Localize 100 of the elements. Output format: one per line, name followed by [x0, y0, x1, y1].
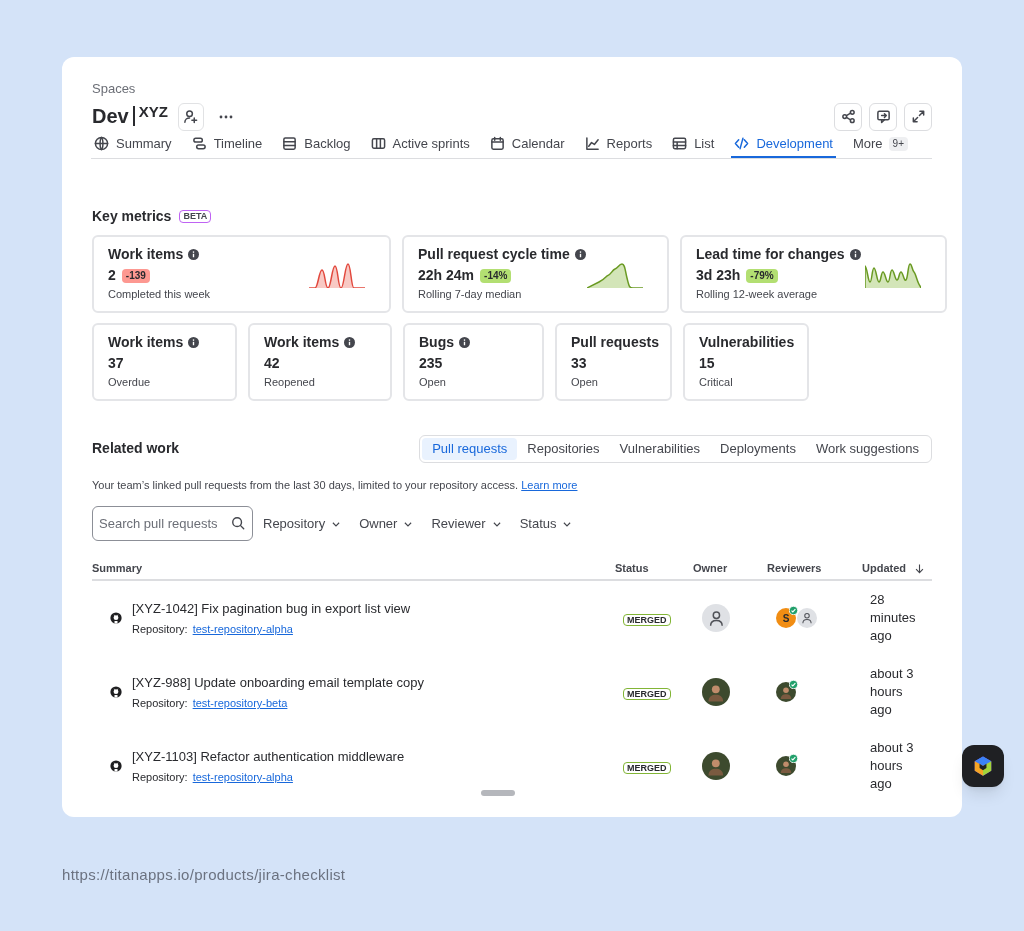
- section-title: Key metrics: [92, 206, 172, 226]
- pull-request-title[interactable]: [XYZ-988] Update onboarding email template copy: [132, 672, 424, 692]
- search-icon: [231, 516, 245, 530]
- metric-title: Pull requests: [571, 333, 659, 353]
- repository-label: Repository:: [132, 696, 188, 711]
- metric-caption: Open: [571, 375, 599, 391]
- updated-time: 28 minutes ago: [870, 591, 917, 645]
- assistant-button[interactable]: [962, 745, 1004, 787]
- nav-tab[interactable]: Reports: [581, 131, 656, 158]
- metric-value: 33: [571, 354, 587, 374]
- delta-badge: -139: [121, 268, 150, 283]
- hexagon-logo-icon: [972, 755, 994, 777]
- section-title: Related work: [92, 439, 180, 458]
- metric-caption: Completed this week: [108, 287, 212, 303]
- more-icon: [218, 114, 233, 119]
- more-tab[interactable]: More 9+: [850, 131, 911, 158]
- related-tab[interactable]: Vulnerabilities: [609, 437, 711, 460]
- metric-caption: Critical: [699, 375, 734, 391]
- filter-dropdown[interactable]: Status: [519, 513, 573, 534]
- pull-request-title[interactable]: [XYZ-1042] Fix pagination bug in export list view: [132, 598, 411, 618]
- repository-label: Repository:: [132, 622, 188, 637]
- updated-time: about 3 hours ago: [870, 665, 915, 719]
- metric-value: 2: [108, 266, 116, 286]
- nav-tab[interactable]: Summary: [91, 131, 175, 158]
- filter-dropdown[interactable]: Owner: [359, 513, 414, 534]
- metric-caption: Reopened: [264, 375, 316, 391]
- related-tab[interactable]: Repositories: [517, 437, 610, 460]
- related-tab[interactable]: Work suggestions: [805, 437, 929, 460]
- metric-title: Work items: [108, 245, 184, 265]
- person-icon: [707, 609, 725, 627]
- share-icon: [840, 109, 856, 124]
- metric-title: Vulnerabilities: [699, 333, 795, 353]
- nav-tab[interactable]: Calendar: [486, 131, 568, 158]
- metric-value: 3d 23h: [696, 266, 741, 286]
- breadcrumb[interactable]: Spaces: [92, 79, 932, 99]
- globe-icon: [94, 136, 109, 151]
- filter-dropdown[interactable]: Repository: [263, 513, 342, 534]
- timeline-icon: [191, 136, 207, 151]
- repository-link[interactable]: test-repository-alpha: [192, 621, 293, 638]
- status-lozenge: MERGED: [623, 614, 671, 626]
- column-header[interactable]: Summary: [92, 559, 143, 577]
- status-lozenge: MERGED: [623, 688, 671, 700]
- fullscreen-button[interactable]: [904, 102, 932, 131]
- metric-title: Bugs: [419, 333, 454, 353]
- repository-link[interactable]: test-repository-alpha: [192, 769, 293, 786]
- related-tab[interactable]: Pull requests: [422, 437, 518, 460]
- nav-tab[interactable]: Backlog: [279, 131, 354, 158]
- metric-caption: Open: [419, 375, 447, 391]
- delta-badge: -14%: [480, 268, 512, 283]
- expand-icon: [910, 109, 926, 124]
- repository-link[interactable]: test-repository-beta: [192, 695, 288, 712]
- metric-title: Work items: [108, 333, 184, 353]
- delta-badge: -79%: [746, 268, 778, 283]
- space-key: XYZ: [138, 101, 168, 122]
- chart-icon: [584, 136, 600, 151]
- title-divider: [132, 105, 135, 126]
- metric-caption: Rolling 12-week average: [696, 287, 819, 303]
- metric-caption: Rolling 7-day median: [418, 287, 523, 303]
- search-field[interactable]: Search pull requests: [92, 506, 253, 541]
- github-icon: [110, 760, 122, 772]
- updated-time: about 3 hours ago: [870, 739, 915, 793]
- github-icon: [110, 686, 122, 698]
- share-button[interactable]: [834, 102, 862, 131]
- metric-value: 235: [419, 354, 443, 374]
- learn-more-link[interactable]: Learn more: [521, 478, 578, 491]
- reviewer-avatar: S: [776, 608, 796, 628]
- list-icon: [672, 136, 688, 151]
- nav-tab[interactable]: List: [669, 131, 718, 158]
- metric-value: 15: [699, 354, 715, 374]
- metric-value: 42: [264, 354, 280, 374]
- code-icon: [734, 136, 750, 151]
- column-header[interactable]: Reviewers: [767, 559, 822, 577]
- status-lozenge: MERGED: [623, 762, 671, 774]
- description-text: Your team’s linked pull requests from the last 30 days, limited to your repository access. Learn more: [92, 477, 579, 493]
- metric-value: 22h 24m: [418, 266, 475, 286]
- backlog-icon: [282, 136, 298, 151]
- nav-tab[interactable]: Timeline: [188, 131, 266, 158]
- pull-request-title[interactable]: [XYZ-1103] Refactor authentication middleware: [132, 746, 405, 766]
- metric-title: Work items: [264, 333, 340, 353]
- beta-badge: BETA: [179, 209, 212, 223]
- repository-label: Repository:: [132, 770, 188, 785]
- column-header[interactable]: Owner: [693, 559, 728, 577]
- board-icon: [370, 136, 386, 151]
- filter-dropdown[interactable]: Reviewer: [431, 513, 502, 534]
- feedback-icon: [875, 109, 891, 124]
- nav-tab[interactable]: Development: [731, 131, 836, 158]
- scroll-handle[interactable]: [481, 790, 515, 796]
- column-header[interactable]: Status: [615, 559, 649, 577]
- calendar-icon: [489, 136, 505, 151]
- count-badge: 9+: [888, 136, 908, 151]
- metric-title: Lead time for changes: [696, 245, 845, 265]
- source-url: https://titanapps.io/products/jira-checklist: [62, 866, 346, 883]
- related-tab[interactable]: Deployments: [710, 437, 806, 460]
- space-title: Dev: [92, 103, 129, 129]
- github-icon: [110, 612, 122, 624]
- nav-tab[interactable]: Active sprints: [367, 131, 473, 158]
- column-header[interactable]: Updated: [862, 559, 906, 577]
- feedback-button[interactable]: [869, 102, 897, 131]
- metric-title: Pull request cycle time: [418, 245, 570, 265]
- add-people-button[interactable]: [177, 102, 204, 131]
